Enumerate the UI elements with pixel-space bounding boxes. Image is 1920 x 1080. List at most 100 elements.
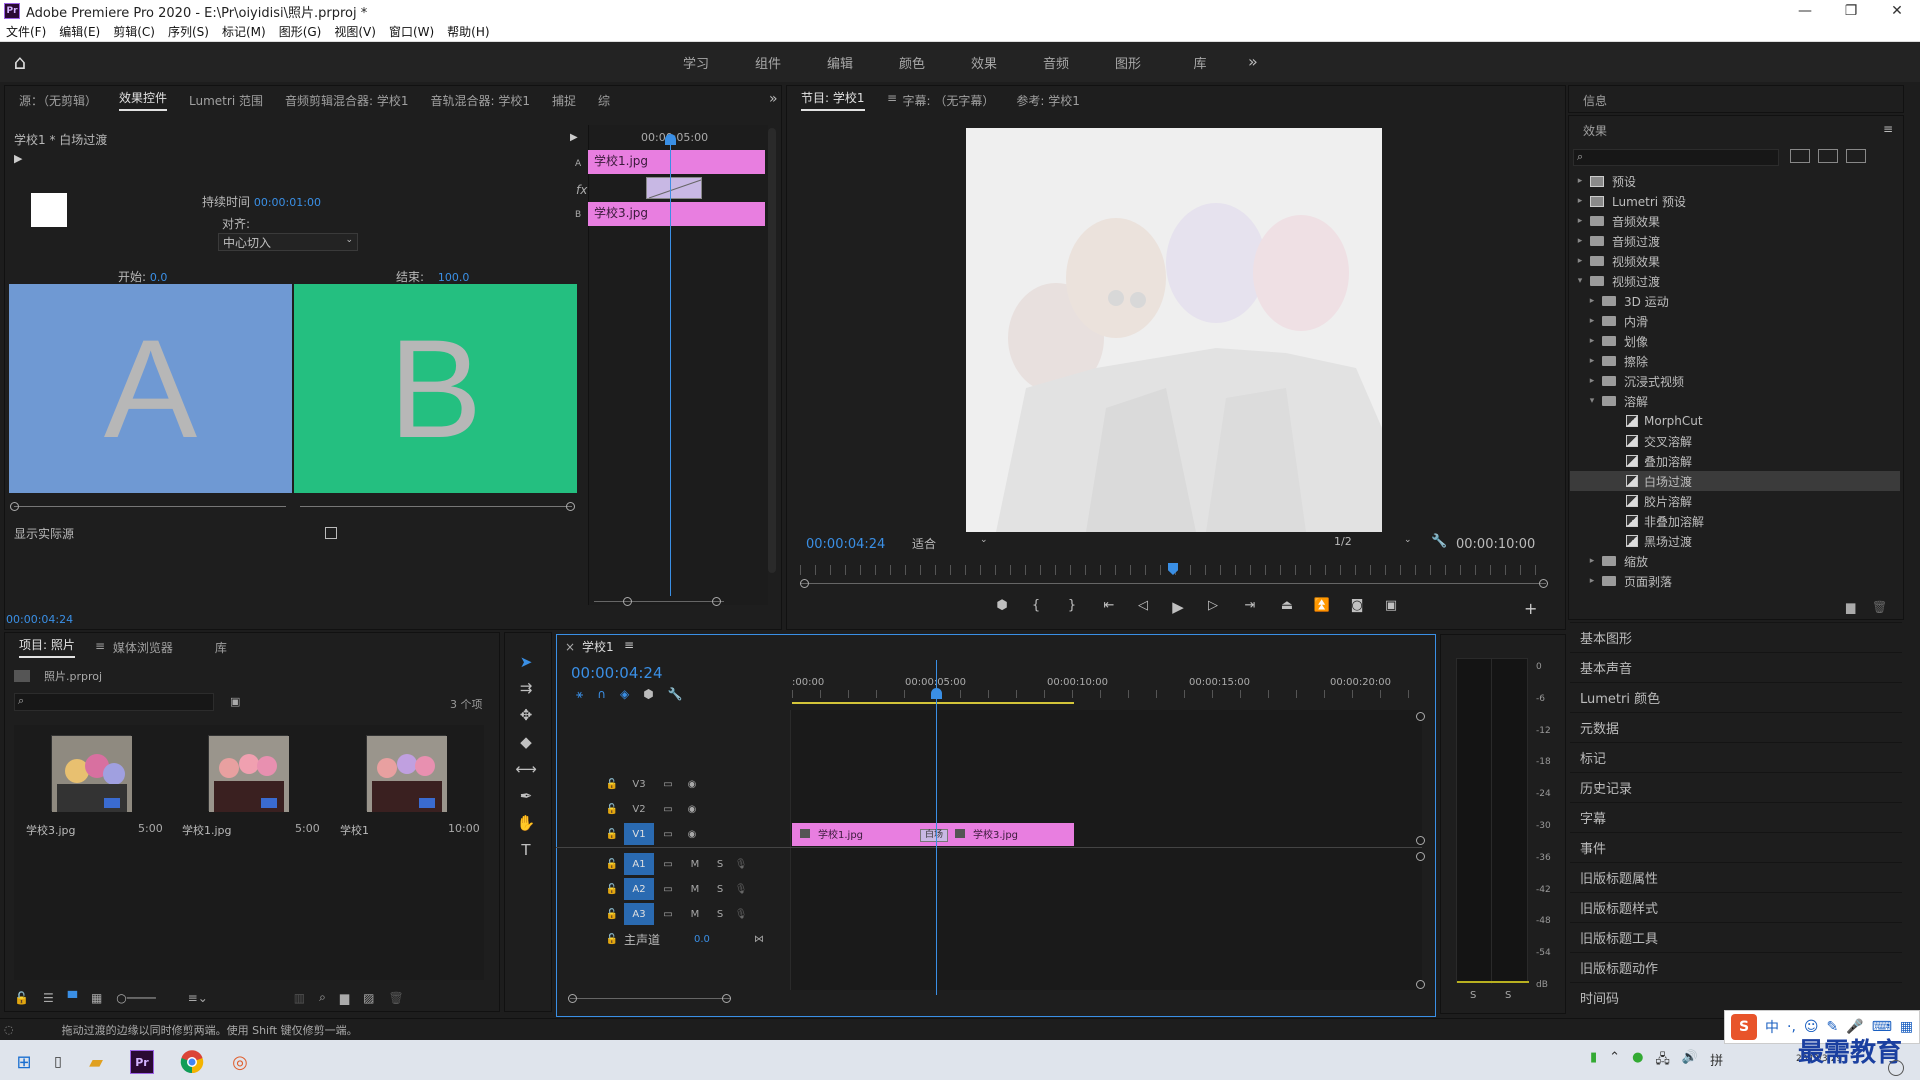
effects-panel-title[interactable]: 效果 bbox=[1583, 122, 1607, 139]
mute-button[interactable]: M bbox=[682, 884, 708, 895]
track-label[interactable]: A2 bbox=[624, 878, 654, 900]
windows-start-icon[interactable]: ⊞ bbox=[6, 1044, 42, 1080]
project-item-name[interactable]: 学校1.jpg bbox=[182, 822, 232, 838]
menu-file[interactable]: 文件(F) bbox=[6, 23, 46, 40]
mic-icon[interactable]: 🎙 bbox=[732, 859, 750, 870]
track-lock-icon[interactable]: 🔓 bbox=[600, 859, 624, 870]
export-frame-icon[interactable]: ◙ bbox=[1340, 598, 1374, 616]
sync-lock-icon[interactable]: ▭ bbox=[654, 909, 682, 920]
workspace-audio[interactable]: 音频 bbox=[1020, 53, 1092, 72]
freeform-view-icon[interactable]: ▦ bbox=[91, 991, 102, 1005]
battery-icon[interactable]: ▮ bbox=[1590, 1050, 1597, 1072]
effect-folder[interactable]: ▾ 溶解 bbox=[1570, 391, 1900, 411]
solo-left-button[interactable]: S bbox=[1470, 990, 1476, 1001]
slip-tool-icon[interactable]: ⟷ bbox=[514, 757, 538, 781]
workspace-color[interactable]: 颜色 bbox=[876, 53, 948, 72]
mic-icon[interactable]: 🎙 bbox=[732, 884, 750, 895]
menu-help[interactable]: 帮助(H) bbox=[447, 23, 489, 40]
tab-libraries[interactable]: 库 bbox=[215, 639, 227, 656]
effect-folder[interactable]: ▸ Lumetri 预设 bbox=[1570, 191, 1900, 211]
play-transition-icon[interactable]: ▶ bbox=[14, 152, 22, 165]
eye-icon[interactable]: ◉ bbox=[682, 804, 702, 815]
play-icon[interactable]: ▶ bbox=[1160, 598, 1196, 616]
task-view-icon[interactable]: ▯ bbox=[40, 1044, 76, 1080]
mini-zoom-scrollbar[interactable] bbox=[594, 601, 724, 602]
chevron-right-icon[interactable]: ▸ bbox=[1586, 356, 1598, 366]
quality-dropdown[interactable]: 1/2 ⌄ bbox=[1334, 535, 1414, 553]
video-track-height-handle[interactable] bbox=[1416, 712, 1425, 721]
yuv-effects-icon[interactable] bbox=[1846, 149, 1866, 163]
align-dropdown[interactable]: 中心切入 ⌄ bbox=[218, 233, 358, 251]
show-actual-sources-checkbox[interactable] bbox=[325, 527, 337, 539]
master-go-to-end-icon[interactable]: ⋈ bbox=[734, 934, 764, 945]
step-forward-icon[interactable]: ▷ bbox=[1196, 598, 1230, 616]
sync-lock-icon[interactable]: ▭ bbox=[654, 884, 682, 895]
chevron-right-icon[interactable]: ▸ bbox=[1586, 576, 1598, 586]
project-item-thumbnail[interactable] bbox=[366, 735, 447, 812]
panel-section-header[interactable]: 旧版标题工具 bbox=[1570, 922, 1902, 952]
project-item-thumbnail[interactable] bbox=[51, 735, 132, 812]
home-icon[interactable]: ⌂ bbox=[0, 42, 40, 82]
maximize-icon[interactable]: ❐ bbox=[1828, 0, 1874, 22]
punctuation-icon[interactable]: ·, bbox=[1787, 1019, 1796, 1035]
workspace-learn[interactable]: 学习 bbox=[660, 53, 732, 72]
panel-section-header[interactable]: 标记 bbox=[1570, 742, 1902, 772]
automate-to-sequence-icon[interactable]: ▥ bbox=[294, 991, 305, 1005]
menu-clip[interactable]: 剪辑(C) bbox=[113, 23, 155, 40]
timeline-clip[interactable]: 学校3.jpg bbox=[955, 826, 1018, 841]
tab-audio-track-mixer[interactable]: 音轨混合器: 学校1 bbox=[430, 92, 530, 109]
end-value[interactable]: 100.0 bbox=[438, 271, 470, 284]
timeline-close-icon[interactable]: × bbox=[565, 640, 575, 654]
workspace-graphics[interactable]: 图形 bbox=[1092, 53, 1164, 72]
effect-folder[interactable]: ▾ 视频过渡 bbox=[1570, 271, 1900, 291]
panel-section-header[interactable]: 历史记录 bbox=[1570, 772, 1902, 802]
work-area-bar[interactable] bbox=[792, 702, 1074, 704]
mute-button[interactable]: M bbox=[682, 859, 708, 870]
expand-arrow-icon[interactable]: ▶ bbox=[570, 132, 578, 143]
tab-project[interactable]: 项目: 照片 bbox=[19, 636, 75, 658]
tab-captions[interactable]: 字幕: （无字幕） bbox=[903, 92, 995, 109]
mini-zoom-handle-left[interactable] bbox=[623, 597, 632, 606]
track-select-tool-icon[interactable]: ⇉ bbox=[514, 676, 538, 700]
workspace-libraries[interactable]: 库 bbox=[1164, 53, 1236, 72]
audio-track-height-handle[interactable] bbox=[1416, 852, 1425, 861]
mini-clip-a[interactable]: 学校1.jpg bbox=[588, 150, 765, 174]
chevron-right-icon[interactable]: ▸ bbox=[1586, 336, 1598, 346]
sync-lock-icon[interactable]: ▭ bbox=[654, 804, 682, 815]
effect-item[interactable]: 黑场过渡 bbox=[1570, 531, 1900, 551]
go-to-out-icon[interactable]: ⇥ bbox=[1230, 598, 1270, 616]
mini-transition-block[interactable] bbox=[646, 177, 702, 199]
timeline-zoom-handle-right[interactable] bbox=[722, 994, 731, 1003]
ime-tray-icon[interactable]: 拼 bbox=[1710, 1050, 1723, 1072]
panel-section-header[interactable]: 旧版标题动作 bbox=[1570, 952, 1902, 982]
accelerated-effects-icon[interactable] bbox=[1790, 149, 1810, 163]
icon-view-icon[interactable]: ▀ bbox=[68, 991, 77, 1005]
panel-section-header[interactable]: 元数据 bbox=[1570, 712, 1902, 742]
mute-button[interactable]: M bbox=[682, 909, 708, 920]
end-slider[interactable] bbox=[300, 506, 572, 507]
panel-section-header[interactable]: 字幕 bbox=[1570, 802, 1902, 832]
timeline-zoom-scrollbar[interactable] bbox=[570, 998, 730, 999]
track-lock-icon[interactable]: 🔓 bbox=[600, 779, 624, 790]
mini-clip-b[interactable]: 学校3.jpg bbox=[588, 202, 765, 226]
track-label[interactable]: V3 bbox=[624, 773, 654, 795]
volume-icon[interactable]: 🔊 bbox=[1682, 1050, 1698, 1072]
timeline-tab[interactable]: 学校1 bbox=[582, 638, 614, 655]
tab-program[interactable]: 节目: 学校1 bbox=[801, 89, 865, 111]
solo-button[interactable]: S bbox=[708, 909, 732, 920]
new-bin-icon[interactable]: ▆ bbox=[340, 991, 349, 1005]
panel-section-header[interactable]: 时间码 bbox=[1570, 982, 1902, 1012]
chrome-icon[interactable] bbox=[174, 1044, 210, 1080]
menu-sequence[interactable]: 序列(S) bbox=[168, 23, 209, 40]
eye-icon[interactable]: ◉ bbox=[682, 779, 702, 790]
project-search-input[interactable]: ⌕ bbox=[14, 693, 214, 711]
effect-item[interactable]: MorphCut bbox=[1570, 411, 1900, 431]
chevron-right-icon[interactable]: ▸ bbox=[1574, 256, 1586, 266]
tray-expand-icon[interactable]: ⌃ bbox=[1609, 1050, 1620, 1072]
effect-folder[interactable]: ▸ 音频效果 bbox=[1570, 211, 1900, 231]
effect-folder[interactable]: ▸ 3D 运动 bbox=[1570, 291, 1900, 311]
fit-dropdown[interactable]: 适合 ⌄ bbox=[912, 535, 992, 553]
track-label[interactable]: V1 bbox=[624, 823, 654, 845]
timeline-clip[interactable]: 学校1.jpg bbox=[800, 826, 863, 841]
linked-selection-icon[interactable]: ◈ bbox=[620, 687, 629, 702]
